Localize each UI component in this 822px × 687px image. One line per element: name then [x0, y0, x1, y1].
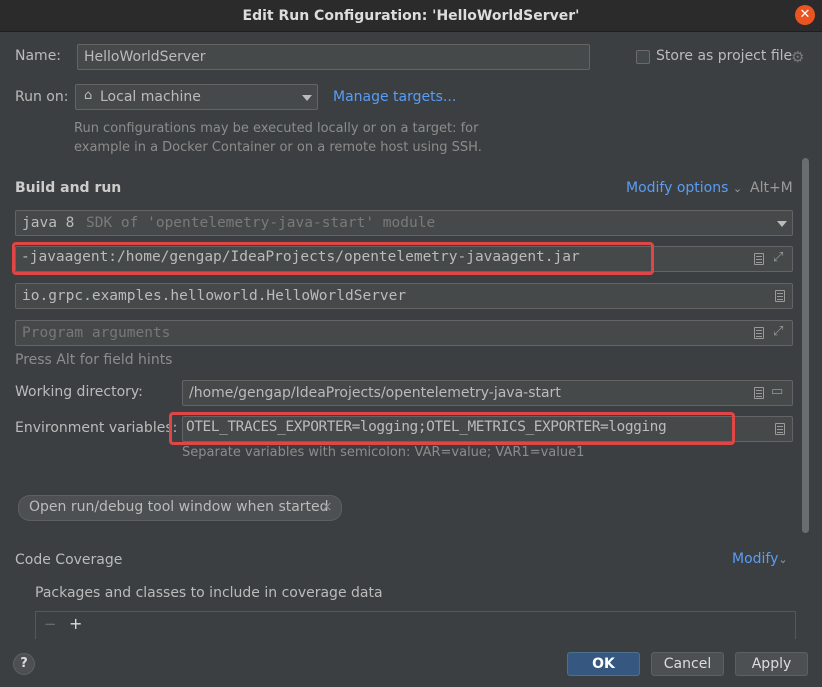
window-title: Edit Run Configuration: 'HelloWorldServe…	[242, 8, 580, 24]
remove-icon[interactable]: −	[44, 615, 57, 633]
help-button[interactable]: ?	[13, 653, 35, 675]
chevron-down-icon	[302, 95, 312, 101]
store-as-project-label: Store as project file	[656, 48, 793, 64]
main-class-field[interactable]: io.grpc.examples.helloworld.HelloWorldSe…	[15, 283, 793, 309]
environment-variables-label: Environment variables:	[15, 420, 178, 436]
modify-options-label: Modify options	[626, 180, 729, 196]
document-icon[interactable]	[775, 423, 785, 435]
jre-combo[interactable]: java 8 SDK of 'opentelemetry-java-start'…	[15, 210, 793, 236]
code-coverage-heading: Code Coverage	[15, 552, 123, 568]
run-on-description-2: example in a Docker Container or on a re…	[74, 140, 482, 155]
cancel-button[interactable]: Cancel	[651, 652, 724, 676]
chevron-down-icon: ⌄	[732, 182, 743, 195]
expand-icon[interactable]: ⤢	[773, 250, 783, 265]
name-value: HelloWorldServer	[84, 49, 206, 65]
gear-icon[interactable]: ⚙	[791, 48, 804, 66]
program-arguments-placeholder: Program arguments	[22, 325, 171, 341]
document-icon[interactable]	[754, 327, 764, 339]
program-arguments-field[interactable]: Program arguments ⤢	[15, 320, 793, 346]
store-as-project-checkbox[interactable]	[636, 50, 650, 64]
run-on-value: Local machine	[100, 89, 201, 105]
ok-button[interactable]: OK	[567, 652, 640, 676]
vm-options-value: -javaagent:/home/gengap/IdeaProjects/ope…	[21, 249, 580, 265]
modify-options-shortcut: Alt+M	[750, 180, 793, 196]
expand-icon[interactable]: ⤢	[773, 324, 783, 339]
environment-variables-value: OTEL_TRACES_EXPORTER=logging;OTEL_METRIC…	[186, 419, 667, 435]
environment-variables-highlight: OTEL_TRACES_EXPORTER=logging;OTEL_METRIC…	[169, 412, 735, 445]
close-icon[interactable]: ✕	[795, 5, 815, 25]
coverage-modify-label: Modify	[732, 551, 779, 567]
coverage-packages-label: Packages and classes to include in cover…	[35, 585, 383, 601]
close-icon[interactable]: ×	[321, 499, 333, 515]
home-icon: ⌂	[84, 88, 93, 103]
add-icon[interactable]: +	[69, 614, 82, 633]
scrollbar[interactable]	[802, 158, 809, 533]
modify-options-link[interactable]: Modify options ⌄	[626, 180, 742, 196]
folder-icon[interactable]: ▭	[771, 384, 783, 399]
coverage-modify-link[interactable]: Modify⌄	[732, 551, 788, 567]
apply-button[interactable]: Apply	[735, 652, 808, 676]
run-on-description-1: Run configurations may be executed local…	[74, 121, 479, 136]
main-class-value: io.grpc.examples.helloworld.HelloWorldSe…	[22, 288, 407, 304]
working-directory-label: Working directory:	[15, 384, 143, 400]
jre-secondary: SDK of 'opentelemetry-java-start' module	[86, 215, 436, 231]
jre-primary: java 8	[22, 215, 75, 231]
environment-variables-hint: Separate variables with semicolon: VAR=v…	[182, 445, 585, 460]
manage-targets-link[interactable]: Manage targets...	[333, 89, 456, 105]
open-run-debug-label: Open run/debug tool window when started	[29, 499, 329, 515]
chevron-down-icon: ⌄	[778, 553, 788, 566]
name-label: Name:	[15, 48, 62, 64]
build-and-run-heading: Build and run	[15, 180, 122, 196]
open-run-debug-chip[interactable]: Open run/debug tool window when started …	[18, 495, 342, 521]
field-hint: Press Alt for field hints	[15, 352, 173, 368]
coverage-toolbar: − +	[35, 611, 796, 639]
name-field[interactable]: HelloWorldServer	[77, 44, 590, 70]
vm-options-highlight: -javaagent:/home/gengap/IdeaProjects/ope…	[12, 242, 654, 275]
document-icon[interactable]	[754, 387, 764, 399]
working-directory-field[interactable]: /home/gengap/IdeaProjects/opentelemetry-…	[182, 380, 793, 406]
document-icon[interactable]	[754, 253, 764, 265]
run-on-label: Run on:	[15, 89, 69, 105]
working-directory-value: /home/gengap/IdeaProjects/opentelemetry-…	[189, 385, 561, 401]
document-icon[interactable]	[775, 290, 785, 302]
chevron-down-icon	[777, 221, 787, 227]
run-on-combo[interactable]: ⌂ Local machine	[75, 84, 318, 110]
